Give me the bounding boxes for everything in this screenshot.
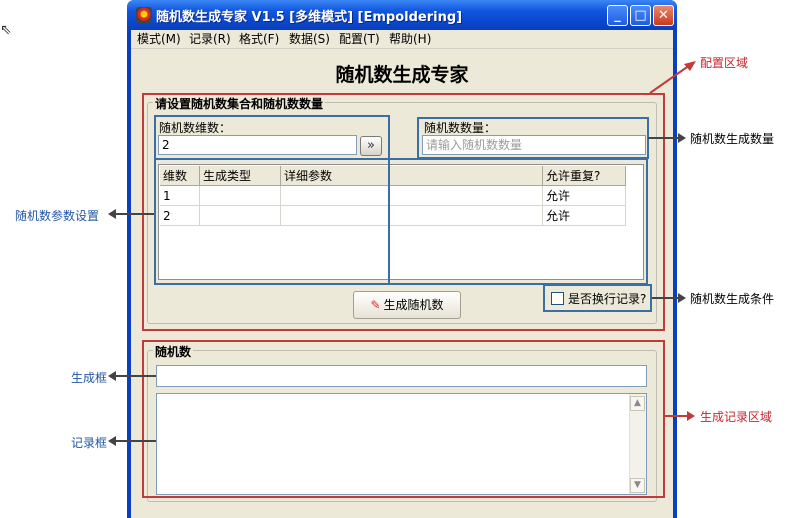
menu-help[interactable]: 帮助(H) (389, 31, 431, 48)
menu-data[interactable]: 数据(S) (289, 31, 330, 48)
record-area-arrow-line (665, 415, 687, 417)
record-area-annotation: 生成记录区域 (700, 410, 773, 424)
gen-box-arrow-head-icon (108, 371, 116, 381)
app-heading: 随机数生成专家 (335, 64, 469, 86)
params-arrow-line (116, 213, 154, 215)
app-icon (136, 7, 152, 23)
record-box-arrow-head-icon (108, 436, 116, 446)
count-arrow-line (648, 137, 678, 139)
window-title: 随机数生成专家 V1.5 [多维模式] [Empoldering] (156, 10, 463, 25)
record-area-outline (142, 340, 665, 498)
gen-box-annotation: 生成框 (71, 371, 108, 385)
params-arrow-head-icon (108, 209, 116, 219)
maximize-icon: □ (634, 8, 647, 23)
condition-arrow-head-icon (678, 293, 686, 303)
condition-arrow-line (652, 297, 678, 299)
condition-outline (543, 284, 652, 312)
table-outline (154, 158, 648, 285)
menu-mode[interactable]: 模式(M) (137, 31, 181, 48)
minimize-button[interactable]: _ (607, 5, 628, 26)
count-arrow-head-icon (678, 133, 686, 143)
params-annotation: 随机数参数设置 (15, 209, 100, 223)
menu-record[interactable]: 记录(R) (189, 31, 231, 48)
close-icon: ✕ (658, 8, 669, 23)
config-area-label: 配置区域 (700, 56, 749, 70)
menu-format[interactable]: 格式(F) (239, 31, 279, 48)
count-outline (417, 117, 649, 159)
minimize-icon: _ (614, 8, 621, 23)
config-area-arrow (649, 61, 696, 94)
mouse-cursor-icon: ⇖ (0, 22, 12, 38)
gen-box-arrow-line (116, 375, 156, 377)
close-button[interactable]: ✕ (653, 5, 674, 26)
record-box-arrow-line (116, 440, 156, 442)
menu-config[interactable]: 配置(T) (339, 31, 380, 48)
condition-annotation: 随机数生成条件 (690, 292, 775, 306)
record-area-arrow-head-icon (687, 411, 695, 421)
maximize-button[interactable]: □ (630, 5, 651, 26)
count-annotation: 随机数生成数量 (690, 132, 775, 146)
record-box-annotation: 记录框 (71, 436, 108, 450)
